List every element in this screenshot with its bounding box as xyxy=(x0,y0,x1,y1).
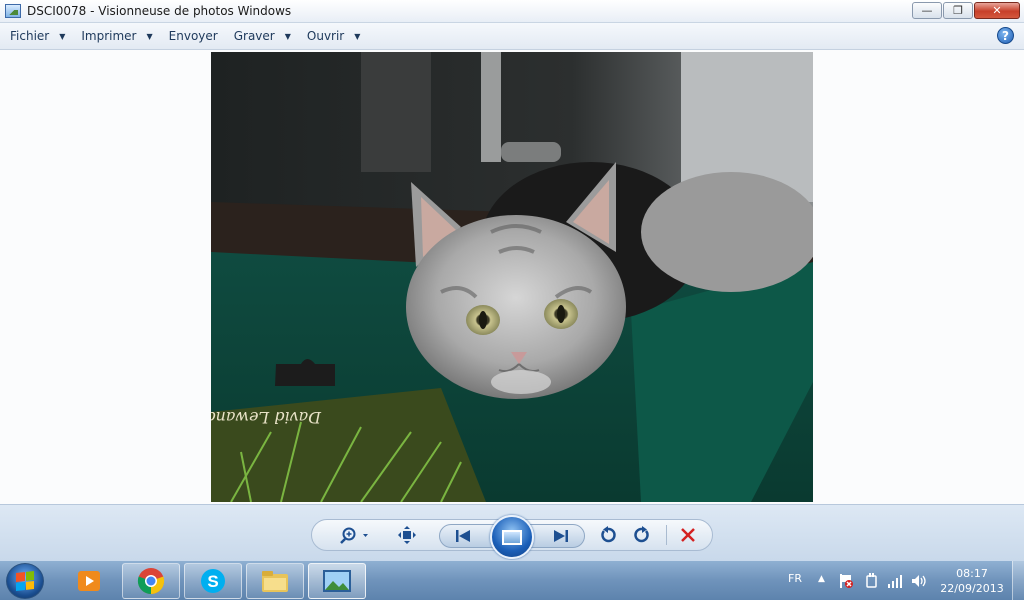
action-center-flag-icon[interactable] xyxy=(838,573,854,589)
start-button[interactable] xyxy=(6,563,44,599)
menu-fichier[interactable]: Fichier ▼ xyxy=(4,25,71,47)
chevron-down-icon: ▼ xyxy=(354,31,361,41)
menu-imprimer[interactable]: Imprimer ▼ xyxy=(75,25,158,47)
close-button[interactable]: ✕ xyxy=(974,2,1020,19)
photo-viewer-app-icon[interactable] xyxy=(5,4,21,18)
skype-taskbar-button[interactable]: S xyxy=(184,563,242,599)
windows-logo-icon xyxy=(16,571,34,591)
controls-separator xyxy=(666,525,667,545)
kitten-photo: David Lewand xyxy=(211,52,813,502)
window-controls: — ❐ ✕ xyxy=(912,2,1020,19)
photo-viewer-taskbar-button[interactable] xyxy=(308,563,366,599)
media-player-taskbar-button[interactable] xyxy=(60,563,118,599)
window-title: DSCI0078 - Visionneuse de photos Windows xyxy=(27,4,292,18)
skype-icon: S xyxy=(201,569,225,593)
network-signal-icon[interactable] xyxy=(887,573,903,589)
power-icon[interactable] xyxy=(863,573,879,589)
restore-button[interactable]: ❐ xyxy=(943,2,973,19)
next-icon[interactable] xyxy=(550,527,572,545)
previous-icon[interactable] xyxy=(452,527,474,545)
title-bar: DSCI0078 - Visionneuse de photos Windows… xyxy=(0,0,1024,23)
clock-time: 08:17 xyxy=(956,567,988,580)
svg-text:S: S xyxy=(207,572,218,591)
volume-icon[interactable] xyxy=(911,573,927,589)
menu-bar: Fichier ▼ Imprimer ▼ Envoyer Graver ▼ Ouvri… xyxy=(0,23,1024,50)
show-desktop-button[interactable] xyxy=(1012,561,1024,600)
system-clock[interactable]: 08:17 22/09/2013 xyxy=(940,566,1004,596)
folder-icon xyxy=(262,571,288,592)
slideshow-icon xyxy=(502,529,522,545)
chrome-taskbar-button[interactable] xyxy=(122,563,180,599)
chevron-down-icon: ▼ xyxy=(59,31,66,41)
zoom-icon[interactable] xyxy=(338,525,372,545)
taskbar: S FR ▲ 08:17 22/09/2013 xyxy=(0,560,1024,600)
card-overlay-text: David Lewand xyxy=(211,408,322,427)
chevron-down-icon: ▼ xyxy=(146,31,153,41)
menu-ouvrir[interactable]: Ouvrir ▼ xyxy=(301,25,367,47)
chrome-icon xyxy=(137,568,165,595)
chevron-down-icon: ▼ xyxy=(284,31,291,41)
actual-size-icon[interactable] xyxy=(397,525,417,545)
delete-icon[interactable] xyxy=(678,525,698,545)
rotate-left-icon[interactable] xyxy=(598,525,618,545)
viewer-controls-bar xyxy=(0,504,1024,560)
slideshow-button[interactable] xyxy=(490,515,534,559)
menu-envoyer[interactable]: Envoyer xyxy=(163,25,224,47)
clock-date: 22/09/2013 xyxy=(940,582,1004,595)
explorer-taskbar-button[interactable] xyxy=(246,563,304,599)
rotate-right-icon[interactable] xyxy=(632,525,652,545)
language-indicator[interactable]: FR xyxy=(788,572,802,585)
help-icon[interactable]: ? xyxy=(997,27,1014,44)
image-viewer-area: David Lewand xyxy=(0,50,1024,504)
minimize-button[interactable]: — xyxy=(912,2,942,19)
media-player-icon xyxy=(78,571,100,591)
photo-viewer-icon xyxy=(323,570,351,592)
show-hidden-icon[interactable]: ▲ xyxy=(818,574,825,584)
menu-graver[interactable]: Graver ▼ xyxy=(228,25,297,47)
